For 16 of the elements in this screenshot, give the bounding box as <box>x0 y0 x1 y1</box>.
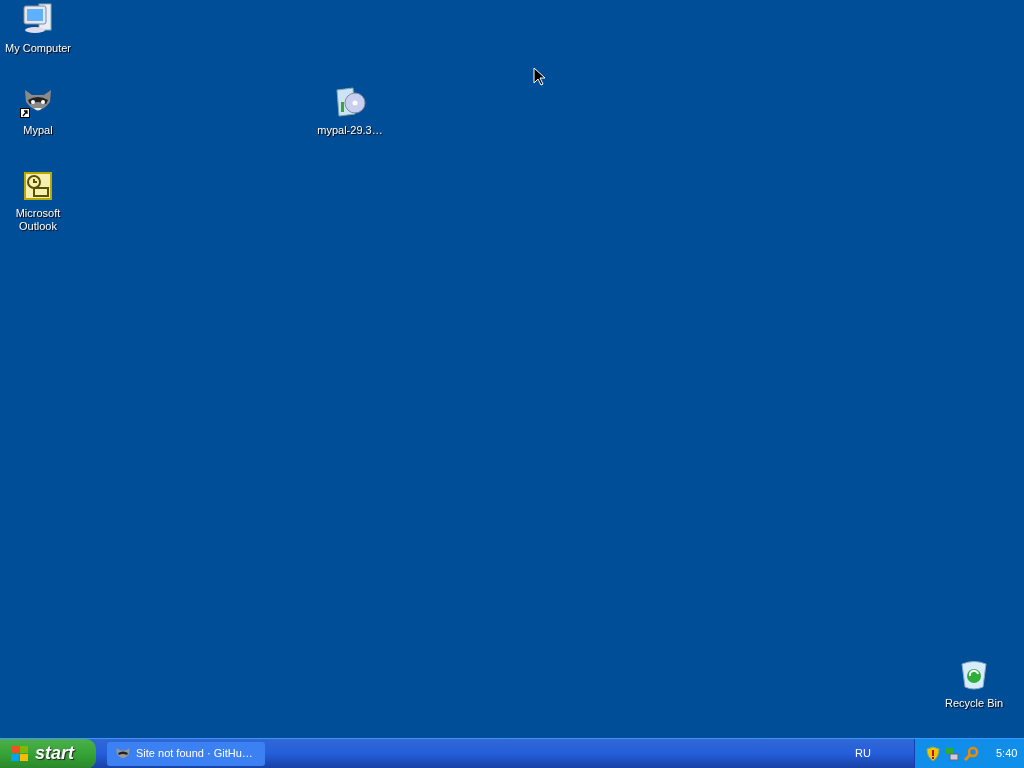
language-indicator[interactable]: RU <box>855 745 871 762</box>
recycle-bin-icon <box>959 659 989 691</box>
taskbar-button[interactable]: Site not found · GitHu… <box>107 741 265 766</box>
computer-icon <box>21 2 55 36</box>
mouse-pointer-icon <box>533 67 545 86</box>
icon-label[interactable]: Microsoft Outlook <box>0 207 76 233</box>
icon-label[interactable]: mypal-29.3… <box>312 124 388 137</box>
clock-envelope-icon <box>23 171 53 201</box>
icon-label[interactable]: My Computer <box>0 42 76 55</box>
shield-icon[interactable] <box>925 745 941 762</box>
icon-label[interactable]: Recycle Bin <box>936 697 1012 710</box>
magnifier-icon[interactable] <box>963 745 979 762</box>
box-disc-icon <box>333 84 367 118</box>
windows-logo-icon <box>10 744 30 763</box>
network-icon[interactable] <box>944 745 960 762</box>
icon-label[interactable]: Mypal <box>0 124 76 137</box>
